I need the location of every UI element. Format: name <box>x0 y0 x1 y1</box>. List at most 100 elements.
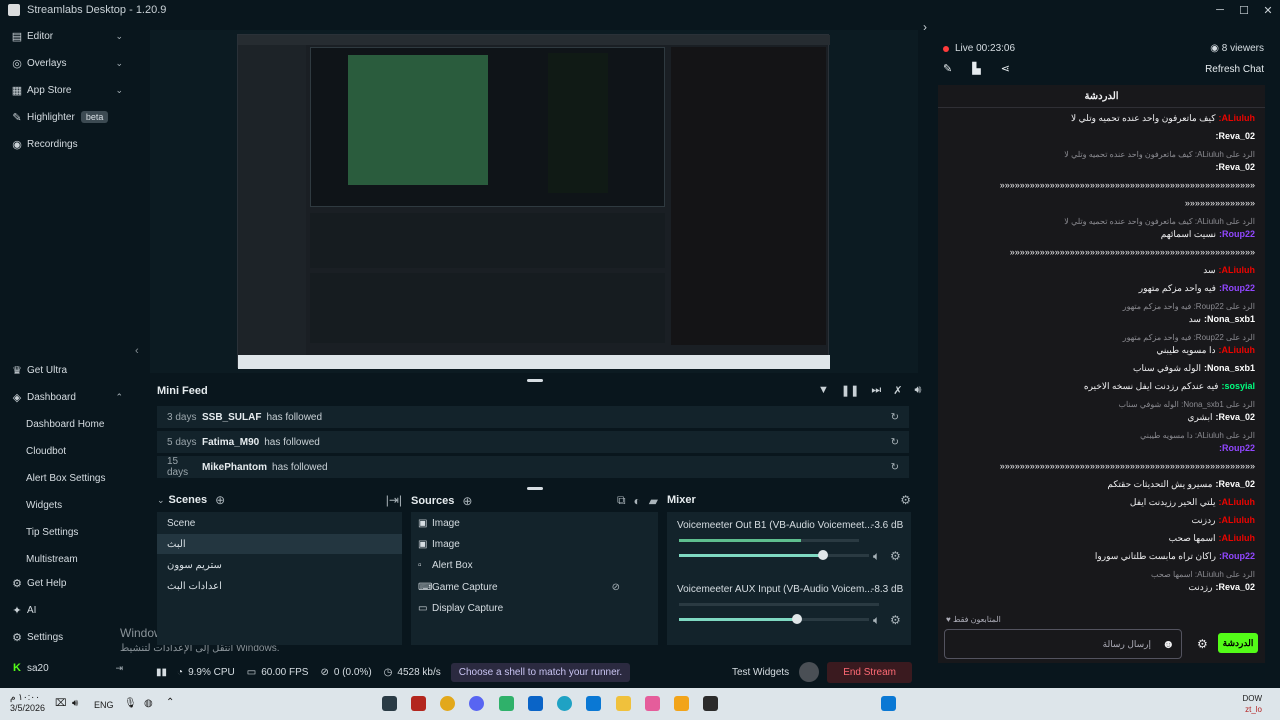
sidebar-item-settings[interactable]: ⚙ Settings <box>0 625 133 649</box>
end-stream-button[interactable]: End Stream <box>827 661 912 683</box>
collapse-arrow-icon[interactable]: ‹ <box>135 345 139 357</box>
app-icon[interactable] <box>703 696 718 711</box>
channel-settings-icon[interactable]: ⚙ <box>890 613 901 627</box>
add-scene-icon[interactable]: ⊕ <box>215 493 225 507</box>
sidebar-item-widgets[interactable]: Widgets <box>0 493 133 517</box>
chat-username[interactable]: Reva_02: <box>1215 162 1255 172</box>
add-source-icon[interactable]: ⊕ <box>462 494 472 508</box>
notification-icon[interactable]: ⌧ <box>55 698 67 709</box>
expand-chat-arrow-icon[interactable]: › <box>923 20 927 34</box>
share-icon[interactable]: ⋖ <box>1001 62 1010 75</box>
scene-item-selected[interactable]: البث <box>157 534 402 554</box>
logout-icon[interactable]: ⇥ <box>115 663 123 674</box>
chat-username[interactable]: Reva_02: <box>1215 479 1255 489</box>
chrome-icon[interactable] <box>440 696 455 711</box>
folder-icon[interactable]: ▰ <box>649 494 658 508</box>
sidebar-item-user[interactable]: Ksa20 ⇥ <box>0 656 133 680</box>
hide-source-icon[interactable]: ◐ <box>634 494 641 508</box>
skip-icon[interactable]: ⏭ <box>871 384 881 397</box>
mixer-settings-icon[interactable]: ⚙ <box>900 493 911 507</box>
app-icon[interactable] <box>674 696 689 711</box>
chat-send-button[interactable]: الدردشة <box>1218 633 1258 653</box>
chat-username[interactable]: ALiuluh: <box>1219 497 1256 507</box>
sidebar-item-recordings[interactable]: ◉ Recordings <box>0 132 133 156</box>
replay-icon[interactable]: ↻ <box>891 462 899 473</box>
sidebar-item-overlays[interactable]: ◎ Overlays ⌄ <box>0 51 133 75</box>
filter-icon[interactable]: ▼ <box>818 384 829 397</box>
mute-icon[interactable]: 🔈︎ <box>873 549 880 564</box>
refresh-chat-button[interactable]: Refresh Chat <box>1205 64 1264 75</box>
chat-settings-icon[interactable]: ⚙ <box>1197 637 1208 651</box>
mic-icon[interactable]: 🎙︎ <box>124 698 137 709</box>
edge-icon[interactable] <box>557 696 572 711</box>
source-item[interactable]: ⌨ Game Capture ⊘ <box>411 577 658 597</box>
chat-username[interactable]: Reva_02: <box>1215 412 1255 422</box>
volume-icon[interactable]: 🔊︎ <box>914 384 921 397</box>
pause-icon[interactable]: ❚❚ <box>841 384 859 397</box>
explorer-icon[interactable] <box>616 696 631 711</box>
sidebar-item-get-ultra[interactable]: ♛ Get Ultra <box>0 358 133 382</box>
replay-icon[interactable]: ↻ <box>891 412 899 423</box>
sidebar-item-cloudbot[interactable]: Cloudbot <box>0 439 133 463</box>
chat-username[interactable]: Nona_sxb1: <box>1204 363 1255 373</box>
chat-username[interactable]: Roup22: <box>1219 283 1255 293</box>
chat-username[interactable]: Nona_sxb1: <box>1204 314 1255 324</box>
outlook-icon[interactable] <box>528 696 543 711</box>
scene-item[interactable]: اعدادات البث <box>157 576 402 596</box>
source-item[interactable]: ▣ Image <box>411 513 658 533</box>
app-icon[interactable] <box>499 696 514 711</box>
hidden-eye-icon[interactable]: ⊘ <box>612 582 620 593</box>
tip-banner[interactable]: Choose a shell to match your runner. <box>450 662 631 682</box>
chat-username[interactable]: sosyial: <box>1221 381 1255 391</box>
language-indicator[interactable]: ENG <box>94 700 114 710</box>
volume-tray-icon[interactable]: 🔊︎ <box>72 698 78 709</box>
dock-drag-handle[interactable] <box>527 379 543 382</box>
chat-username[interactable]: Reva_02: <box>1215 582 1255 592</box>
chat-username[interactable]: Roup22: <box>1219 551 1255 561</box>
mute-icon[interactable]: 🔈︎ <box>873 613 880 628</box>
sidebar-item-highlighter[interactable]: ✎ Highlighter beta <box>0 105 133 129</box>
channel-settings-icon[interactable]: ⚙ <box>890 549 901 563</box>
clip-icon[interactable]: ▙ <box>972 62 980 75</box>
sidebar-item-editor[interactable]: ▤ Editor ⌄ <box>0 24 133 48</box>
chevron-down-icon[interactable]: ⌄ <box>157 495 165 506</box>
rec-button[interactable] <box>799 662 820 682</box>
mute-alerts-icon[interactable]: ✗ <box>893 384 902 397</box>
test-widgets-button[interactable]: Test Widgets <box>732 667 789 678</box>
app-icon[interactable] <box>382 696 397 711</box>
store-icon[interactable] <box>586 696 601 711</box>
chat-username[interactable]: ALiuluh: <box>1219 515 1256 525</box>
sidebar-item-appstore[interactable]: ▦ App Store ⌄ <box>0 78 133 102</box>
source-item[interactable]: ▫ Alert Box <box>411 555 658 575</box>
volume-slider[interactable] <box>679 550 869 560</box>
volume-slider[interactable] <box>679 614 869 624</box>
sidebar-item-alert-box-settings[interactable]: Alert Box Settings <box>0 466 133 490</box>
sidebar-item-ai[interactable]: ✦ AI <box>0 598 133 622</box>
sidebar-item-multistream[interactable]: Multistream <box>0 547 133 571</box>
source-filters-icon[interactable]: ⧉ <box>617 493 626 508</box>
edit-stream-icon[interactable]: ✎ <box>943 62 952 75</box>
chat-username[interactable]: ALiuluh: <box>1219 265 1256 275</box>
sidebar-item-dashboard-home[interactable]: Dashboard Home <box>0 412 133 436</box>
maximize-icon[interactable]: ☐ <box>1232 0 1256 20</box>
replay-icon[interactable]: ↻ <box>891 437 899 448</box>
scene-item[interactable]: ستريم سوون <box>157 555 402 575</box>
source-item[interactable]: ▭ Display Capture <box>411 598 658 618</box>
scene-transition-icon[interactable]: |⇥| <box>386 493 402 507</box>
app-icon[interactable] <box>645 696 660 711</box>
app-icon[interactable] <box>411 696 426 711</box>
sidebar-item-dashboard[interactable]: ◈ Dashboard ⌃ <box>0 385 133 409</box>
discord-icon[interactable] <box>469 696 484 711</box>
chat-username[interactable]: Roup22: <box>1219 443 1255 453</box>
chat-username[interactable]: Roup22: <box>1219 229 1255 239</box>
performance-icon[interactable]: ▮▮ <box>156 667 167 678</box>
chat-username[interactable]: ALiuluh: <box>1219 345 1256 355</box>
chat-username[interactable]: Reva_02: <box>1215 131 1255 141</box>
minimize-icon[interactable]: ─ <box>1208 0 1232 20</box>
chat-input[interactable]: إرسال رسالة <box>944 629 1182 659</box>
sidebar-item-get-help[interactable]: ⚙ Get Help <box>0 571 133 595</box>
tray-chevron-icon[interactable]: ⌃ <box>166 697 174 708</box>
dock-drag-handle[interactable] <box>527 487 543 490</box>
emote-icon[interactable]: ☻ <box>1162 637 1175 651</box>
scene-item[interactable]: Scene <box>157 513 402 533</box>
